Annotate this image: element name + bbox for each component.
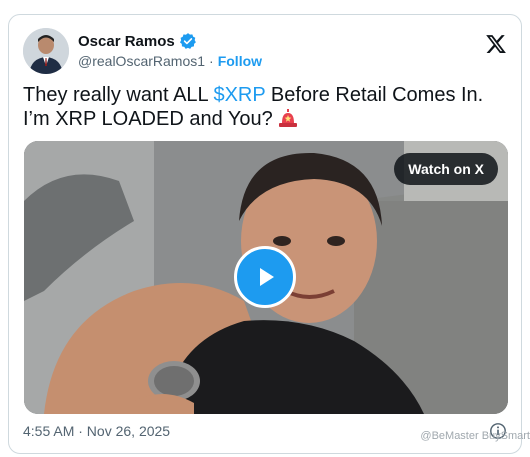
cashtag-link[interactable]: $XRP (213, 84, 265, 106)
tweet-timestamp[interactable]: 4:55 AM · Nov 26, 2025 (23, 423, 170, 439)
watermark: @BeMaster BuySmart (420, 430, 530, 442)
separator-dot: · (209, 53, 214, 69)
author-display-name[interactable]: Oscar Ramos (78, 33, 175, 50)
author-handle[interactable]: @realOscarRamos1 (78, 53, 205, 69)
author-name-row: Oscar Ramos (78, 32, 197, 50)
verified-badge-icon (179, 33, 196, 49)
tweet-text: They really want ALL $XRP Before Retail … (23, 83, 503, 131)
tweet-card: Oscar Ramos @realOscarRamos1 · Follow Th… (8, 14, 522, 454)
x-logo-icon[interactable] (485, 33, 507, 55)
avatar-image (23, 28, 69, 74)
tweet-text-before: They really want ALL (23, 84, 214, 106)
avatar[interactable] (23, 28, 69, 74)
play-button[interactable] (234, 246, 296, 308)
play-icon (260, 268, 274, 286)
video-player[interactable]: Watch on X (24, 141, 508, 414)
follow-button[interactable]: Follow (218, 53, 262, 69)
watch-on-x-button[interactable]: Watch on X (394, 153, 498, 185)
rotating-light-icon (279, 109, 298, 127)
author-handle-row: @realOscarRamos1 · Follow (78, 53, 262, 69)
